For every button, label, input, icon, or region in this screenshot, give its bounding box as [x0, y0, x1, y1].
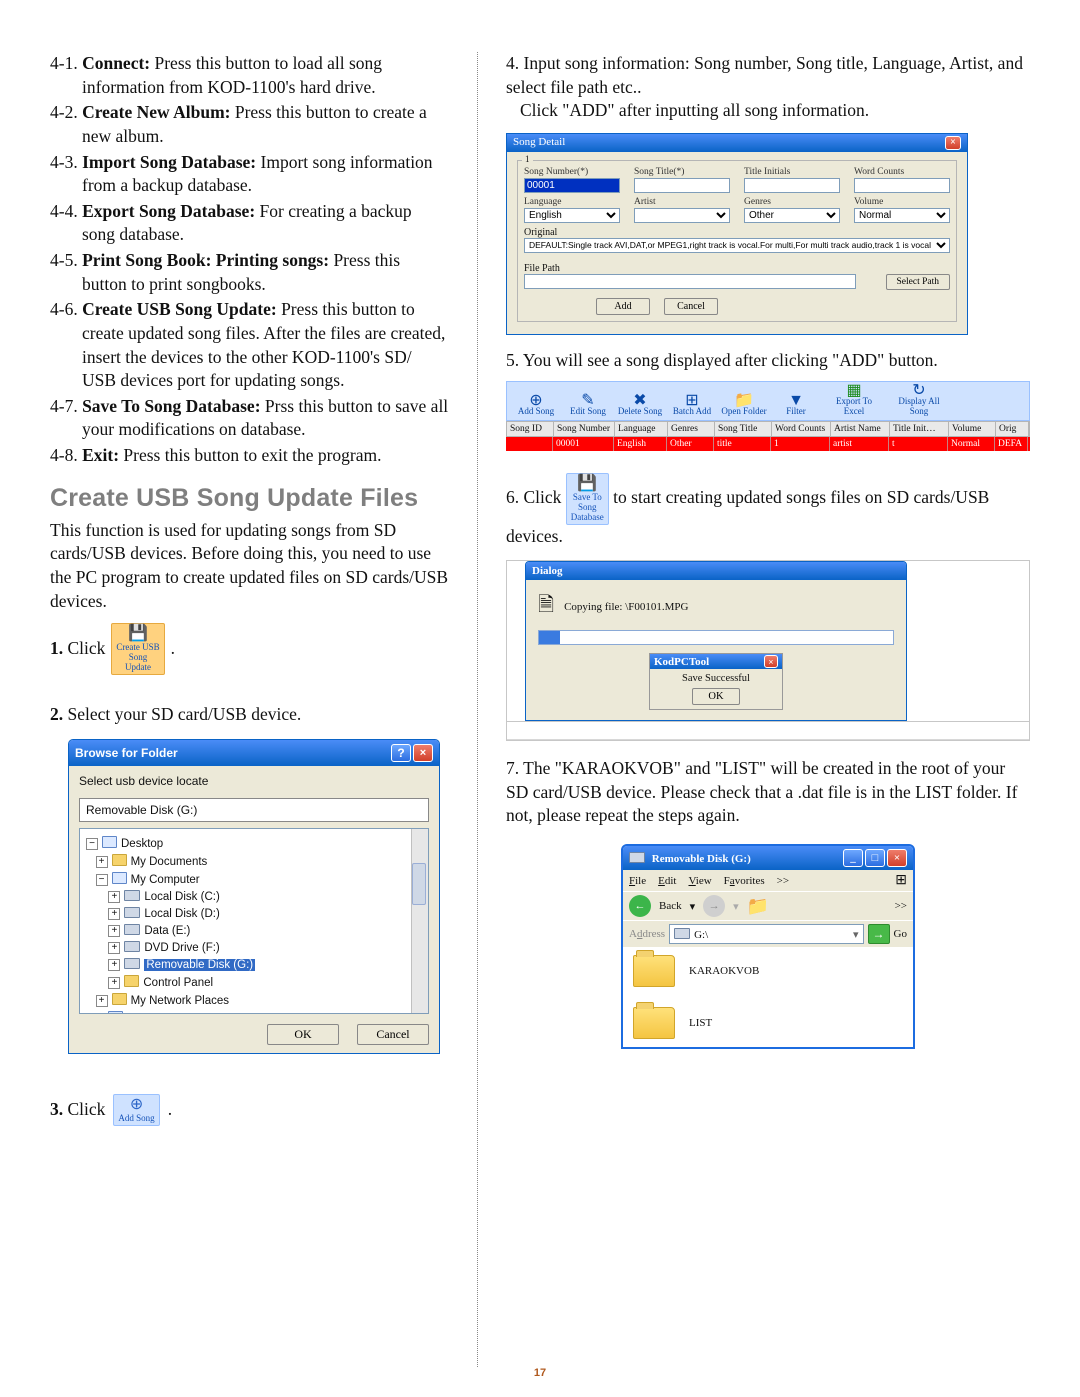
item-4-1: 4-1. Connect: Press this button to load …	[50, 52, 449, 99]
go-button[interactable]: →	[868, 924, 890, 944]
close-button[interactable]: ×	[945, 136, 961, 150]
address-input[interactable]: G:\▾	[669, 924, 863, 944]
select-path-button[interactable]: Select Path	[886, 274, 950, 290]
tb-delete-song[interactable]: ✖Delete Song	[617, 396, 663, 416]
folder-icon	[633, 955, 675, 987]
item-4-6: 4-6. Create USB Song Update: Press this …	[50, 298, 449, 393]
artist-select[interactable]	[634, 208, 730, 223]
tb-open-folder[interactable]: 📁Open Folder	[721, 396, 767, 416]
message-box: KodPCTool × Save Successful OK	[649, 653, 783, 710]
help-button[interactable]: ?	[391, 744, 411, 762]
tb-export-excel[interactable]: ▦Export To Excel	[825, 386, 883, 416]
ok-button[interactable]: OK	[692, 688, 740, 705]
song-number-input[interactable]	[524, 178, 620, 193]
cancel-button[interactable]: Cancel	[664, 298, 718, 315]
explorer-window: Removable Disk (G:) _ □ × FileEditViewFa…	[621, 844, 915, 1049]
file-icon: 🗎	[538, 590, 554, 624]
save-icon: 💾	[577, 476, 597, 492]
genres-select[interactable]: Other	[744, 208, 840, 223]
copy-dialog: Dialog 🗎 Copying file: \F00101.MPG KodPC…	[525, 561, 907, 721]
up-folder-icon[interactable]: 📁	[747, 896, 769, 917]
step7-text: 7. The "KARAOKVOB" and "LIST" will be cr…	[506, 757, 1030, 828]
file-path-input[interactable]	[524, 274, 856, 289]
dialog-prompt: Select usb device locate	[79, 774, 429, 788]
song-detail-dialog: Song Detail × 1 Song Number(*) Song Titl…	[506, 133, 968, 335]
dialog-title: Browse for Folder	[75, 746, 178, 760]
item-4-8: 4-8. Exit: Press this button to exit the…	[50, 444, 449, 468]
original-select[interactable]: DEFAULT:Single track AVI,DAT,or MPEG1,ri…	[524, 238, 950, 253]
item-4-5: 4-5. Print Song Book: Printing songs: Pr…	[50, 249, 449, 296]
item-4-2: 4-2. Create New Album: Press this button…	[50, 101, 449, 148]
item-4-7: 4-7. Save To Song Database: Prss this bu…	[50, 395, 449, 442]
intro-text: This function is used for updating songs…	[50, 519, 449, 614]
ok-button[interactable]: OK	[267, 1024, 339, 1045]
folder-icon	[633, 1007, 675, 1039]
folder-karaokvob[interactable]: KARAOKVOB	[633, 955, 903, 987]
folder-list[interactable]: LIST	[633, 1007, 903, 1039]
copying-text: Copying file: \F00101.MPG	[564, 601, 688, 613]
usb-icon: 💾	[128, 626, 148, 642]
tb-display-all[interactable]: ↻Display All Song	[889, 386, 949, 416]
heading-create-usb: Create USB Song Update Files	[50, 484, 449, 513]
tb-add-song[interactable]: ⊕Add Song	[513, 396, 559, 416]
word-counts-input[interactable]	[854, 178, 950, 193]
explorer-menu[interactable]: FileEditViewFavorites>> ⊞	[623, 870, 913, 891]
close-button[interactable]: ×	[413, 744, 433, 762]
item-4-3: 4-3. Import Song Database: Import song i…	[50, 151, 449, 198]
save-to-song-database-button[interactable]: 💾 Save ToSongDatabase	[566, 473, 609, 525]
add-button[interactable]: Add	[596, 298, 650, 315]
selected-path: Removable Disk (G:)	[79, 798, 429, 822]
song-title-input[interactable]	[634, 178, 730, 193]
create-usb-song-update-button[interactable]: 💾 Create USB Song Update	[111, 623, 164, 675]
browse-folder-dialog: Browse for Folder ? × Select usb device …	[68, 739, 440, 1054]
step5-text: 5. You will see a song displayed after c…	[506, 349, 1030, 373]
cancel-button[interactable]: Cancel	[357, 1024, 429, 1045]
folder-tree[interactable]: −Desktop +My Documents −My Computer +Loc…	[79, 828, 429, 1014]
tb-batch-add[interactable]: ⊞Batch Add	[669, 396, 715, 416]
step4-text: 4. Input song information: Song number, …	[506, 52, 1030, 123]
progress-bar	[538, 630, 894, 645]
close-button[interactable]: ×	[887, 849, 907, 867]
item-4-4: 4-4. Export Song Database: For creating …	[50, 200, 449, 247]
minimize-button[interactable]: _	[843, 849, 863, 867]
tb-edit-song[interactable]: ✎Edit Song	[565, 396, 611, 416]
language-select[interactable]: English	[524, 208, 620, 223]
song-grid-row[interactable]: 00001EnglishOthertitle1artisttNormalDEFA	[506, 437, 1030, 451]
back-button[interactable]: ←	[629, 895, 651, 917]
song-toolbar: ⊕Add Song ✎Edit Song ✖Delete Song ⊞Batch…	[506, 381, 1030, 421]
title-initials-input[interactable]	[744, 178, 840, 193]
page-number: 17	[0, 1367, 1080, 1379]
maximize-button[interactable]: □	[865, 849, 885, 867]
add-song-button[interactable]: ⊕ Add Song	[113, 1094, 159, 1126]
close-button[interactable]: ×	[764, 655, 778, 668]
volume-select[interactable]: Normal	[854, 208, 950, 223]
tb-filter[interactable]: ▼Filter	[773, 396, 819, 416]
song-grid-header: Song IDSong NumberLanguageGenresSong Tit…	[506, 421, 1030, 437]
windows-flag-icon: ⊞	[895, 872, 907, 889]
forward-button[interactable]: →	[703, 895, 725, 917]
plus-icon: ⊕	[130, 1097, 143, 1113]
